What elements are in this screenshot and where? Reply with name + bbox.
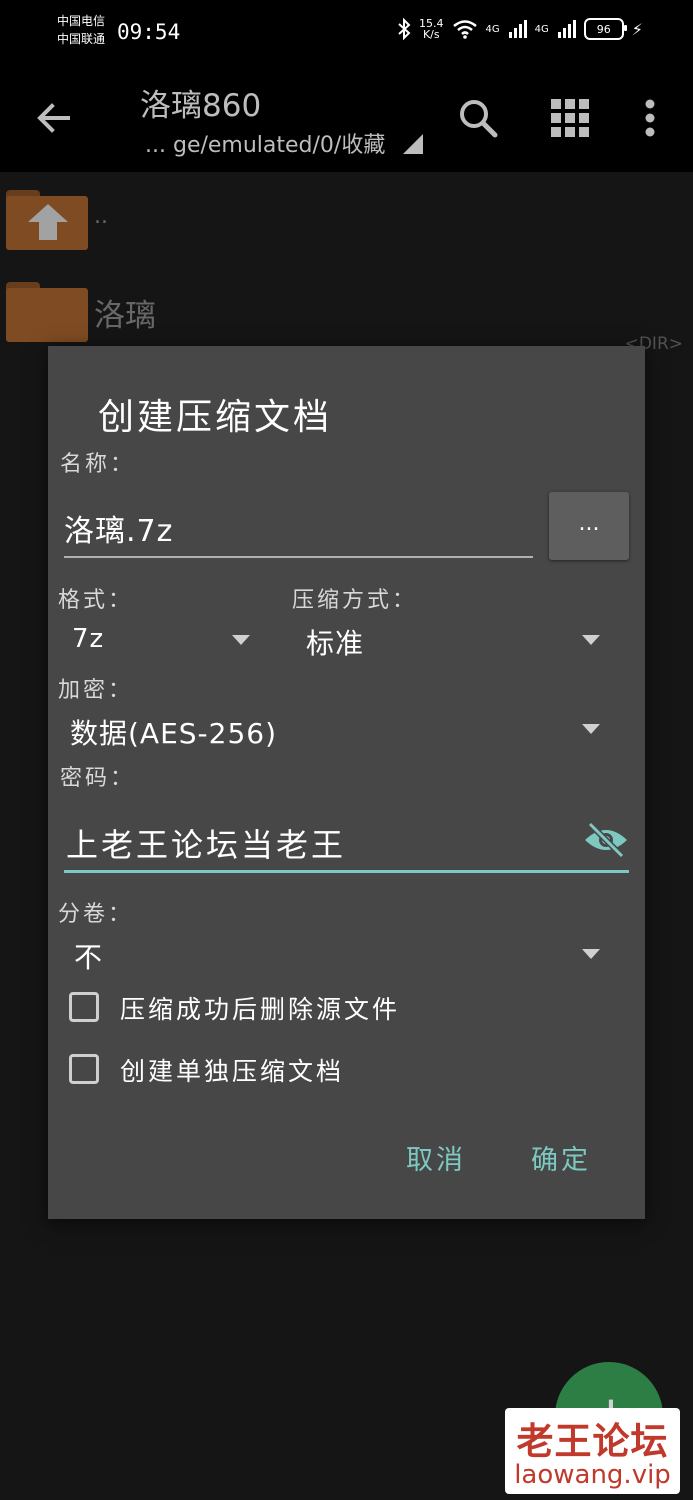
net-speed-unit: K/s: [422, 28, 440, 41]
separate-archive-checkbox[interactable]: [69, 1054, 99, 1084]
create-archive-dialog: 创建压缩文档 名称： 洛璃.7z ... 格式： 7z 压缩方式： 标准 加密：…: [48, 346, 645, 1219]
charging-icon: ⚡: [631, 19, 643, 39]
app-bar: 洛璃860 ... ge/emulated/0/收藏: [0, 66, 693, 172]
format-select[interactable]: 7z: [72, 624, 104, 654]
separate-archive-label[interactable]: 创建单独压缩文档: [120, 1052, 344, 1088]
path-dropdown-icon[interactable]: [403, 134, 423, 154]
split-label: 分卷：: [58, 902, 134, 927]
format-dropdown-icon[interactable]: [232, 635, 250, 645]
battery-level: 96: [596, 22, 611, 36]
password-input-underline: [64, 870, 629, 873]
split-select[interactable]: 不: [74, 936, 103, 976]
encryption-select[interactable]: 数据(AES-256): [70, 712, 277, 752]
delete-source-label[interactable]: 压缩成功后删除源文件: [120, 990, 400, 1026]
watermark-title: 老王论坛: [516, 1420, 669, 1463]
page-title: 洛璃860: [140, 88, 262, 124]
grid-view-icon[interactable]: [548, 96, 592, 140]
watermark-url: laowang.vip: [514, 1460, 671, 1490]
browse-button-label: ...: [578, 511, 600, 536]
status-clock: 09:54: [117, 20, 181, 44]
wifi-icon: [452, 20, 477, 39]
status-bar: 中国电信 中国联通 09:54 15.4 K/s 4G 4G 96 ⚡: [0, 0, 693, 66]
path-breadcrumb[interactable]: ... ge/emulated/0/收藏: [145, 127, 385, 159]
carrier-names: 中国电信 中国联通: [57, 12, 105, 48]
signal-icon: [508, 20, 527, 38]
name-label: 名称：: [60, 452, 136, 477]
more-vert-icon[interactable]: [628, 96, 672, 140]
format-label: 格式：: [58, 588, 134, 613]
password-label: 密码：: [60, 766, 136, 791]
visibility-off-icon[interactable]: [582, 820, 630, 860]
net-type-2: 4G: [534, 23, 549, 35]
back-arrow-icon[interactable]: [32, 96, 76, 140]
carrier-1: 中国电信: [57, 14, 106, 28]
bluetooth-icon: [398, 18, 411, 40]
status-icons: 15.4 K/s 4G 4G 96 ⚡: [397, 18, 643, 40]
method-label: 压缩方式：: [292, 588, 418, 613]
password-input[interactable]: 上老王论坛当老王: [66, 820, 346, 866]
delete-source-checkbox[interactable]: [69, 992, 99, 1022]
dialog-title: 创建压缩文档: [98, 397, 333, 438]
method-select[interactable]: 标准: [306, 622, 364, 662]
cancel-button[interactable]: 取消: [406, 1138, 466, 1177]
archive-name-input[interactable]: 洛璃.7z: [64, 506, 173, 550]
encryption-dropdown-icon[interactable]: [582, 724, 600, 734]
battery-icon: 96: [583, 18, 627, 40]
browse-button[interactable]: ...: [549, 492, 629, 560]
net-type-1: 4G: [485, 23, 500, 35]
ok-button[interactable]: 确定: [531, 1138, 591, 1177]
encryption-label: 加密：: [58, 678, 134, 703]
search-icon[interactable]: [456, 96, 500, 140]
signal-icon-2: [557, 20, 576, 38]
split-dropdown-icon[interactable]: [582, 949, 600, 959]
carrier-2: 中国联通: [57, 32, 106, 46]
net-speed: 15.4 K/s: [419, 18, 444, 40]
name-input-underline: [64, 556, 533, 558]
method-dropdown-icon[interactable]: [582, 635, 600, 645]
